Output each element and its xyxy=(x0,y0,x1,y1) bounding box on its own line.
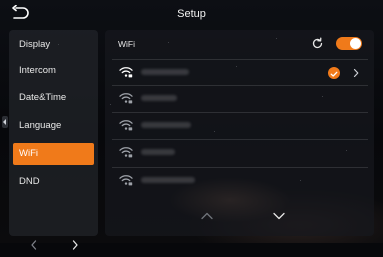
scroll-up-button[interactable] xyxy=(199,209,215,221)
chevron-up-icon xyxy=(201,212,213,220)
settings-menu: Display Intercom Date&Time Language WiFi… xyxy=(9,30,98,250)
chevron-right-icon xyxy=(72,240,78,250)
network-name-redacted xyxy=(141,149,175,155)
wifi-panel: WiFi xyxy=(105,30,374,236)
check-circle-icon xyxy=(328,67,340,79)
menu-item-wifi[interactable]: WiFi xyxy=(13,143,94,165)
wifi-network-row[interactable] xyxy=(112,85,368,112)
refresh-button[interactable] xyxy=(311,37,324,50)
wifi-network-row[interactable] xyxy=(112,167,368,194)
menu-next-button[interactable] xyxy=(68,238,82,252)
refresh-icon xyxy=(312,37,323,49)
wifi-locked-icon xyxy=(119,93,133,104)
chevron-left-icon xyxy=(31,240,37,250)
menu-item-display[interactable]: Display xyxy=(13,34,94,56)
wifi-network-row[interactable] xyxy=(112,139,368,166)
menu-item-intercom[interactable]: Intercom xyxy=(13,60,94,82)
menu-item-dnd[interactable]: DND xyxy=(13,171,94,193)
menu-item-date-time[interactable]: Date&Time xyxy=(13,87,94,109)
network-name-redacted xyxy=(141,69,189,75)
wifi-network-row[interactable] xyxy=(112,112,368,139)
wifi-toggle[interactable] xyxy=(336,37,362,50)
wifi-locked-icon xyxy=(119,120,133,131)
toggle-knob xyxy=(350,38,361,49)
wifi-locked-icon xyxy=(119,67,133,78)
scroll-down-button[interactable] xyxy=(271,209,287,221)
side-drawer-handle[interactable] xyxy=(2,116,8,128)
network-name-redacted xyxy=(141,122,191,128)
wifi-locked-icon xyxy=(119,147,133,158)
wifi-label: WiFi xyxy=(118,39,135,49)
network-name-redacted xyxy=(141,95,177,101)
chevron-right-icon xyxy=(353,68,359,78)
wifi-network-row[interactable] xyxy=(112,59,368,86)
network-name-redacted xyxy=(141,177,195,183)
chevron-down-icon xyxy=(273,212,285,220)
page-title: Setup xyxy=(177,8,206,20)
menu-prev-button[interactable] xyxy=(27,238,41,252)
top-bar: Setup xyxy=(0,0,383,28)
wifi-locked-icon xyxy=(119,175,133,186)
menu-item-language[interactable]: Language xyxy=(13,115,94,137)
